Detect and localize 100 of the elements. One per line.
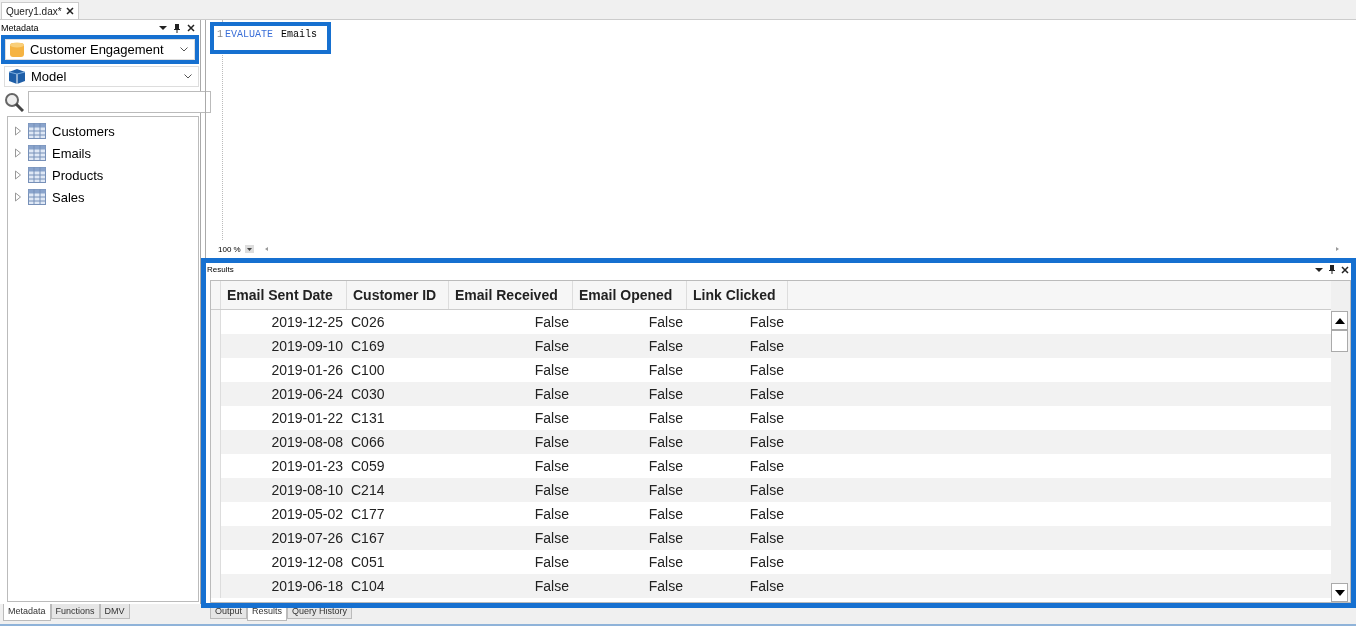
table-cell-text: 2019-05-02 — [270, 505, 344, 524]
expand-icon[interactable] — [14, 192, 22, 202]
column-header[interactable]: Link Clicked — [687, 281, 788, 309]
close-icon[interactable] — [1341, 265, 1349, 274]
database-dropdown[interactable]: Customer Engagement — [5, 39, 195, 60]
tree-item[interactable]: Customers — [8, 120, 198, 142]
dropdown-icon[interactable] — [1315, 266, 1323, 273]
table-cell-text: False — [533, 313, 570, 332]
table-cell-text: 2019-09-10 — [270, 337, 344, 356]
table-cell-text: False — [533, 337, 570, 356]
table-cell-text: C104 — [350, 577, 386, 596]
table-cell-text: 2019-12-08 — [270, 553, 344, 572]
table-cell-text: False — [748, 433, 785, 452]
table-cell-text: False — [533, 553, 570, 572]
column-header[interactable]: Email Opened — [573, 281, 687, 309]
table-cell-text: C059 — [350, 457, 386, 476]
table-cell-text: C100 — [350, 361, 386, 380]
panel-tab[interactable]: Functions — [50, 604, 100, 619]
table-cell-text: 2019-06-18 — [270, 577, 344, 596]
table-cell-text: False — [647, 553, 684, 572]
tree-item[interactable]: Sales — [8, 186, 198, 208]
table-cell-text: False — [748, 577, 785, 596]
table-cell-text: False — [533, 409, 570, 428]
table-cell-text: False — [533, 457, 570, 476]
column-header[interactable]: Customer ID — [347, 281, 449, 309]
scroll-left-icon[interactable] — [263, 246, 270, 252]
table-cell-text: False — [533, 481, 570, 500]
table-cell-text: False — [748, 361, 785, 380]
table-cell-text: False — [533, 433, 570, 452]
table-cell-text: False — [533, 529, 570, 548]
table-cell-text: False — [647, 481, 684, 500]
table-cell-text: 2019-06-24 — [270, 385, 344, 404]
table-cell-text: False — [647, 361, 684, 380]
expand-icon[interactable] — [14, 126, 22, 136]
search-field[interactable] — [28, 91, 211, 113]
table-cell-text: 2019-08-08 — [270, 433, 344, 452]
zoom-level: 100 % — [218, 244, 241, 254]
table-cell-text: False — [748, 553, 785, 572]
scroll-up-button[interactable] — [1331, 311, 1348, 330]
line-number: 1 — [217, 29, 223, 40]
close-icon[interactable] — [187, 24, 195, 32]
table-cell-text: C051 — [350, 553, 386, 572]
table-cell-text: C030 — [350, 385, 386, 404]
code-keyword: EVALUATE — [225, 29, 274, 40]
up-arrow-icon — [1334, 317, 1345, 324]
table-icon — [28, 145, 46, 161]
tree-item[interactable]: Emails — [8, 142, 198, 164]
scrollbar-thumb[interactable] — [1331, 330, 1348, 352]
table-cell-text: False — [748, 505, 785, 524]
zoom-dropdown-icon[interactable] — [244, 245, 254, 253]
table-cell-text: False — [647, 409, 684, 428]
table-cell-text: 2019-12-25 — [270, 313, 344, 332]
panel-title: Metadata — [1, 23, 40, 33]
table-cell-text: False — [533, 577, 570, 596]
table-cell-text: C177 — [350, 505, 386, 524]
table-cell-text: False — [533, 361, 570, 380]
table-cell-text: C167 — [350, 529, 386, 548]
search-icon[interactable] — [4, 92, 24, 112]
table-cell-text: False — [647, 385, 684, 404]
panel-tab[interactable]: DMV — [99, 604, 130, 619]
pin-icon[interactable] — [1329, 265, 1335, 274]
panel-tab[interactable]: Metadata — [3, 604, 51, 621]
expand-icon[interactable] — [14, 170, 22, 180]
table-cell-text: False — [533, 505, 570, 524]
tree-item[interactable]: Products — [8, 164, 198, 186]
code-text: Emails — [280, 29, 318, 40]
table-cell-text: False — [533, 385, 570, 404]
table-cell-text: False — [647, 313, 684, 332]
table-cell-text: 2019-01-22 — [270, 409, 344, 428]
model-dropdown[interactable]: Model — [4, 66, 199, 87]
scroll-right-icon[interactable] — [1334, 246, 1340, 252]
expand-icon[interactable] — [14, 148, 22, 158]
table-icon — [28, 123, 46, 139]
table-name[interactable]: Products — [52, 167, 104, 183]
table-cell-text: C026 — [350, 313, 386, 332]
column-header[interactable]: Email Received — [449, 281, 573, 309]
table-cell-text: False — [647, 457, 684, 476]
table-cell-text: False — [647, 433, 684, 452]
table-name[interactable]: Customers — [52, 123, 115, 139]
document-tab[interactable]: Query1.dax* — [1, 2, 79, 19]
column-header[interactable]: Email Sent Date — [221, 281, 347, 309]
table-cell-text: 2019-07-26 — [270, 529, 344, 548]
pin-icon[interactable] — [174, 23, 180, 33]
close-icon[interactable] — [65, 7, 74, 15]
table-cell-text: False — [748, 409, 785, 428]
table-name[interactable]: Sales — [52, 189, 85, 205]
table-cell-text: 2019-01-26 — [270, 361, 344, 380]
table-cell-text: False — [748, 481, 785, 500]
down-arrow-icon — [1334, 589, 1345, 596]
table-cell-text: False — [748, 385, 785, 404]
table-cell-text: C131 — [350, 409, 386, 428]
table-cell-text: C214 — [350, 481, 386, 500]
panel-title: Results — [207, 265, 235, 274]
scroll-down-button[interactable] — [1331, 583, 1348, 602]
table-name[interactable]: Emails — [52, 145, 91, 161]
chevron-icon — [180, 47, 188, 52]
table-cell-text: False — [647, 337, 684, 356]
dropdown-icon[interactable] — [159, 25, 167, 31]
table-cell-text: False — [748, 337, 785, 356]
cube-icon — [9, 69, 25, 84]
